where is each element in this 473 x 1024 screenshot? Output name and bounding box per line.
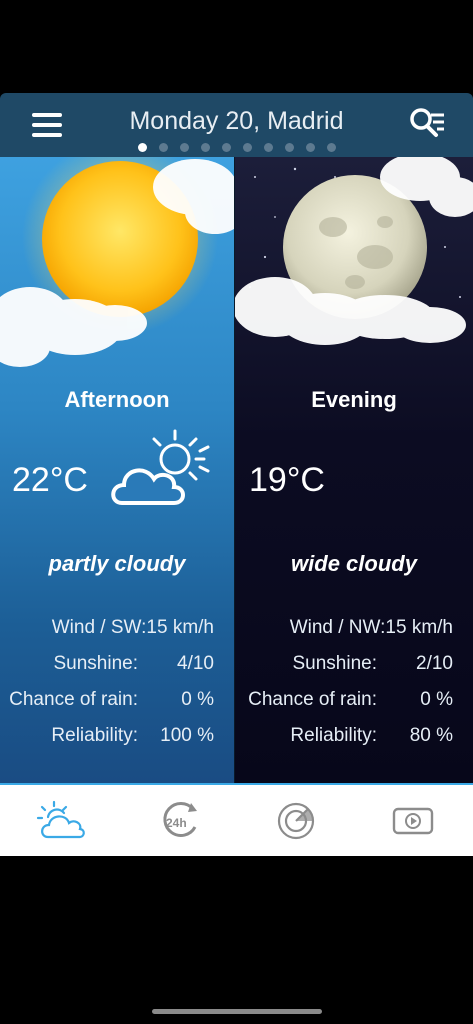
video-icon[interactable] (388, 799, 438, 843)
partly-cloudy-icon (111, 429, 210, 505)
wind-value: Wind / SW:15 km/h (51, 617, 214, 638)
page-dot[interactable] (263, 143, 273, 152)
evening-panel: Evening 19°C wide cloudy Wind / NW:15 km… (235, 157, 473, 783)
page-dot[interactable] (284, 143, 294, 152)
afternoon-condition: partly cloudy (48, 551, 186, 576)
afternoon-panel: Afternoon 22°C partly cloudy Wind / SW:1… (0, 157, 234, 783)
weather-icon[interactable] (36, 799, 86, 843)
page-dot[interactable] (137, 143, 147, 152)
evening-period-label: Evening (311, 387, 397, 412)
page-title: Monday 20, Madrid (129, 107, 344, 135)
hamburger-menu-icon[interactable] (30, 111, 66, 139)
sunshine-value: 2/10 (416, 653, 453, 674)
sunshine-value: 4/10 (177, 653, 214, 674)
page-dot[interactable] (179, 143, 189, 152)
top-bar: Monday 20, Madrid (0, 93, 473, 157)
reliability-value: 100 % (160, 725, 214, 746)
rain-value: 0 % (181, 689, 214, 710)
evening-temperature: 19°C (249, 461, 325, 499)
wind-value: Wind / NW:15 km/h (289, 617, 453, 638)
sunshine-label: Sunshine: (53, 653, 138, 674)
afternoon-details: Wind / SW:15 km/h Sunshine: 4/10 Chance o… (0, 617, 234, 761)
page-dot[interactable] (326, 143, 336, 152)
page-indicator[interactable] (0, 139, 473, 157)
home-indicator[interactable] (152, 1009, 322, 1014)
page-dot[interactable] (242, 143, 252, 152)
page-dot[interactable] (158, 143, 168, 152)
afternoon-temperature: 22°C (12, 461, 88, 499)
reliability-label: Reliability: (51, 725, 138, 746)
evening-details: Wind / NW:15 km/h Sunshine: 2/10 Chance o… (235, 617, 473, 761)
sunshine-label: Sunshine: (292, 653, 377, 674)
svg-text:24h: 24h (166, 816, 187, 830)
rain-value: 0 % (420, 689, 453, 710)
24h-forecast-icon[interactable]: 24h (155, 799, 205, 843)
rain-label: Chance of rain: (248, 689, 377, 710)
reliability-value: 80 % (409, 725, 453, 746)
bottom-tab-bar: 24h (0, 783, 473, 856)
page-dot[interactable] (200, 143, 210, 152)
reliability-label: Reliability: (290, 725, 377, 746)
moon-illustration (235, 157, 473, 345)
evening-condition: wide cloudy (291, 551, 417, 576)
radar-icon[interactable] (271, 799, 321, 843)
forecast-panels: Afternoon 22°C partly cloudy Wind / SW:1… (0, 157, 473, 783)
afternoon-period-label: Afternoon (64, 387, 170, 412)
search-list-icon[interactable] (408, 107, 446, 139)
rain-label: Chance of rain: (9, 689, 138, 710)
page-dot[interactable] (221, 143, 231, 152)
sun-illustration (0, 157, 234, 367)
page-dot[interactable] (305, 143, 315, 152)
